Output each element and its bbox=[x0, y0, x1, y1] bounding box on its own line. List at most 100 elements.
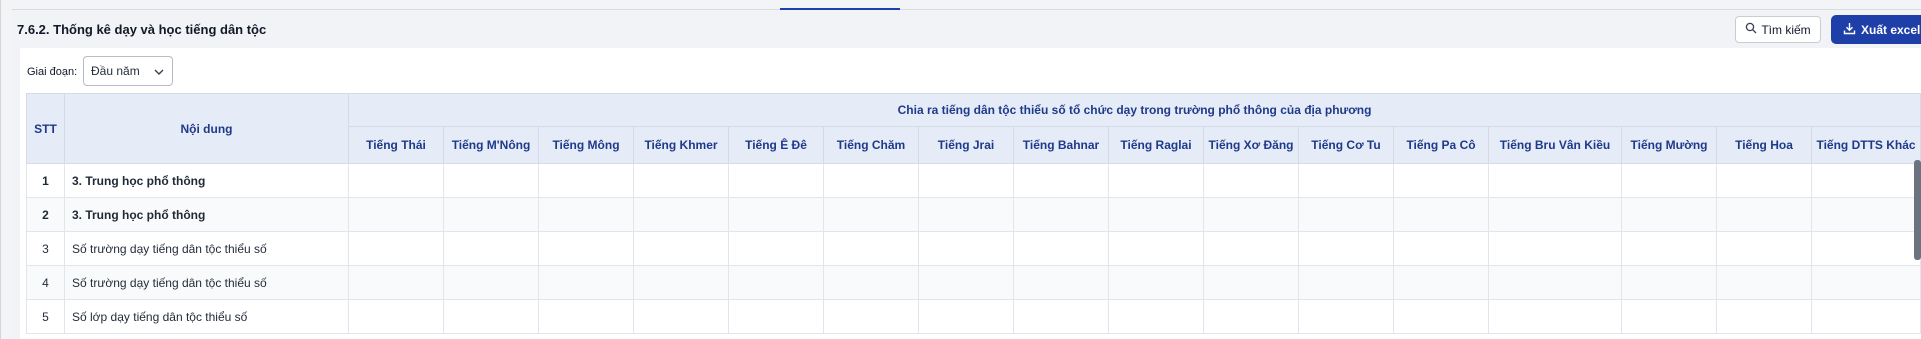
data-cell[interactable] bbox=[1393, 265, 1489, 300]
data-cell[interactable] bbox=[1716, 197, 1812, 232]
data-cell[interactable] bbox=[1488, 163, 1622, 198]
period-select-value: Đầu năm bbox=[91, 64, 140, 78]
data-cell[interactable] bbox=[1298, 231, 1394, 266]
header-language: Tiếng Ê Đê bbox=[728, 126, 824, 164]
data-cell[interactable] bbox=[348, 197, 444, 232]
data-cell[interactable] bbox=[633, 265, 729, 300]
period-select[interactable]: Đầu năm bbox=[83, 56, 173, 86]
export-excel-button[interactable]: Xuất excel bbox=[1831, 15, 1921, 44]
data-cell[interactable] bbox=[443, 163, 539, 198]
data-cell[interactable] bbox=[1108, 197, 1204, 232]
data-cell[interactable] bbox=[728, 197, 824, 232]
data-cell[interactable] bbox=[1298, 299, 1394, 334]
row-content: 3. Trung học phổ thông bbox=[64, 163, 349, 198]
data-cell[interactable] bbox=[823, 231, 919, 266]
data-cell[interactable] bbox=[1013, 265, 1109, 300]
data-cell[interactable] bbox=[1488, 231, 1622, 266]
data-cell[interactable] bbox=[443, 231, 539, 266]
data-cell[interactable] bbox=[1108, 265, 1204, 300]
data-cell[interactable] bbox=[1716, 163, 1812, 198]
data-cell[interactable] bbox=[1810, 197, 1921, 232]
data-cell[interactable] bbox=[538, 299, 634, 334]
data-cell[interactable] bbox=[1810, 231, 1921, 266]
header-language: Tiếng Thái bbox=[348, 126, 444, 164]
data-cell[interactable] bbox=[823, 163, 919, 198]
data-cell[interactable] bbox=[1203, 197, 1299, 232]
data-cell[interactable] bbox=[443, 197, 539, 232]
data-cell[interactable] bbox=[728, 163, 824, 198]
data-cell[interactable] bbox=[1488, 265, 1622, 300]
data-cell[interactable] bbox=[918, 163, 1014, 198]
data-cell[interactable] bbox=[918, 231, 1014, 266]
data-cell[interactable] bbox=[1621, 197, 1717, 232]
data-cell[interactable] bbox=[1013, 231, 1109, 266]
data-cell[interactable] bbox=[1621, 265, 1717, 300]
data-cell[interactable] bbox=[1108, 299, 1204, 334]
data-cell[interactable] bbox=[1108, 163, 1204, 198]
data-cell[interactable] bbox=[538, 265, 634, 300]
data-cell[interactable] bbox=[823, 299, 919, 334]
data-cell[interactable] bbox=[728, 299, 824, 334]
row-content: Số lớp dạy tiếng dân tộc thiểu số bbox=[64, 299, 349, 334]
data-cell[interactable] bbox=[1393, 163, 1489, 198]
data-cell[interactable] bbox=[443, 265, 539, 300]
header-language: Tiếng DTTS Khác bbox=[1810, 126, 1921, 164]
data-cell[interactable] bbox=[1203, 231, 1299, 266]
data-cell[interactable] bbox=[1621, 299, 1717, 334]
data-cell[interactable] bbox=[1298, 163, 1394, 198]
header-language: Tiếng Mường bbox=[1621, 126, 1717, 164]
header-language: Tiếng Bahnar bbox=[1013, 126, 1109, 164]
data-cell[interactable] bbox=[1716, 265, 1812, 300]
data-cell[interactable] bbox=[1621, 231, 1717, 266]
data-cell[interactable] bbox=[1013, 163, 1109, 198]
row-content: Số trường dạy tiếng dân tộc thiểu số bbox=[64, 231, 349, 266]
data-cell[interactable] bbox=[1203, 265, 1299, 300]
data-cell[interactable] bbox=[1013, 197, 1109, 232]
data-cell[interactable] bbox=[348, 265, 444, 300]
data-cell[interactable] bbox=[1393, 231, 1489, 266]
data-cell[interactable] bbox=[1810, 265, 1921, 300]
table-row: 4 Số trường dạy tiếng dân tộc thiểu số bbox=[26, 265, 1921, 300]
data-cell[interactable] bbox=[823, 197, 919, 232]
data-cell[interactable] bbox=[1013, 299, 1109, 334]
data-cell[interactable] bbox=[1621, 163, 1717, 198]
data-cell[interactable] bbox=[1810, 163, 1921, 198]
data-cell[interactable] bbox=[1108, 231, 1204, 266]
data-cell[interactable] bbox=[1203, 299, 1299, 334]
data-cell[interactable] bbox=[1488, 299, 1622, 334]
data-cell[interactable] bbox=[918, 197, 1014, 232]
table-row: 1 3. Trung học phổ thông bbox=[26, 163, 1921, 198]
data-cell[interactable] bbox=[633, 163, 729, 198]
data-cell[interactable] bbox=[538, 231, 634, 266]
data-cell[interactable] bbox=[538, 163, 634, 198]
data-cell[interactable] bbox=[1393, 197, 1489, 232]
data-cell[interactable] bbox=[348, 299, 444, 334]
data-cell[interactable] bbox=[1298, 265, 1394, 300]
search-button[interactable]: Tìm kiếm bbox=[1735, 16, 1821, 43]
data-cell[interactable] bbox=[1488, 197, 1622, 232]
data-cell[interactable] bbox=[1203, 163, 1299, 198]
data-cell[interactable] bbox=[728, 231, 824, 266]
data-cell[interactable] bbox=[633, 299, 729, 334]
data-cell[interactable] bbox=[633, 231, 729, 266]
language-statistics-table: STT Nội dung Chia ra tiếng dân tộc thiểu… bbox=[26, 93, 1921, 334]
data-cell[interactable] bbox=[633, 197, 729, 232]
data-cell[interactable] bbox=[918, 299, 1014, 334]
row-stt: 2 bbox=[26, 197, 65, 232]
data-cell[interactable] bbox=[1298, 197, 1394, 232]
data-cell[interactable] bbox=[538, 197, 634, 232]
data-cell[interactable] bbox=[348, 231, 444, 266]
data-cell[interactable] bbox=[728, 265, 824, 300]
data-cell[interactable] bbox=[1716, 299, 1812, 334]
section-panel: 7.6.2. Thống kê dạy và học tiếng dân tộc… bbox=[12, 10, 1921, 339]
data-cell[interactable] bbox=[348, 163, 444, 198]
data-cell[interactable] bbox=[918, 265, 1014, 300]
data-cell[interactable] bbox=[1393, 299, 1489, 334]
header-language: Tiếng Hoa bbox=[1716, 126, 1812, 164]
data-cell[interactable] bbox=[443, 299, 539, 334]
data-cell[interactable] bbox=[1716, 231, 1812, 266]
vertical-scrollbar[interactable] bbox=[1914, 160, 1921, 260]
data-cell[interactable] bbox=[1810, 299, 1921, 334]
data-cell[interactable] bbox=[823, 265, 919, 300]
header-stt: STT bbox=[26, 93, 65, 164]
